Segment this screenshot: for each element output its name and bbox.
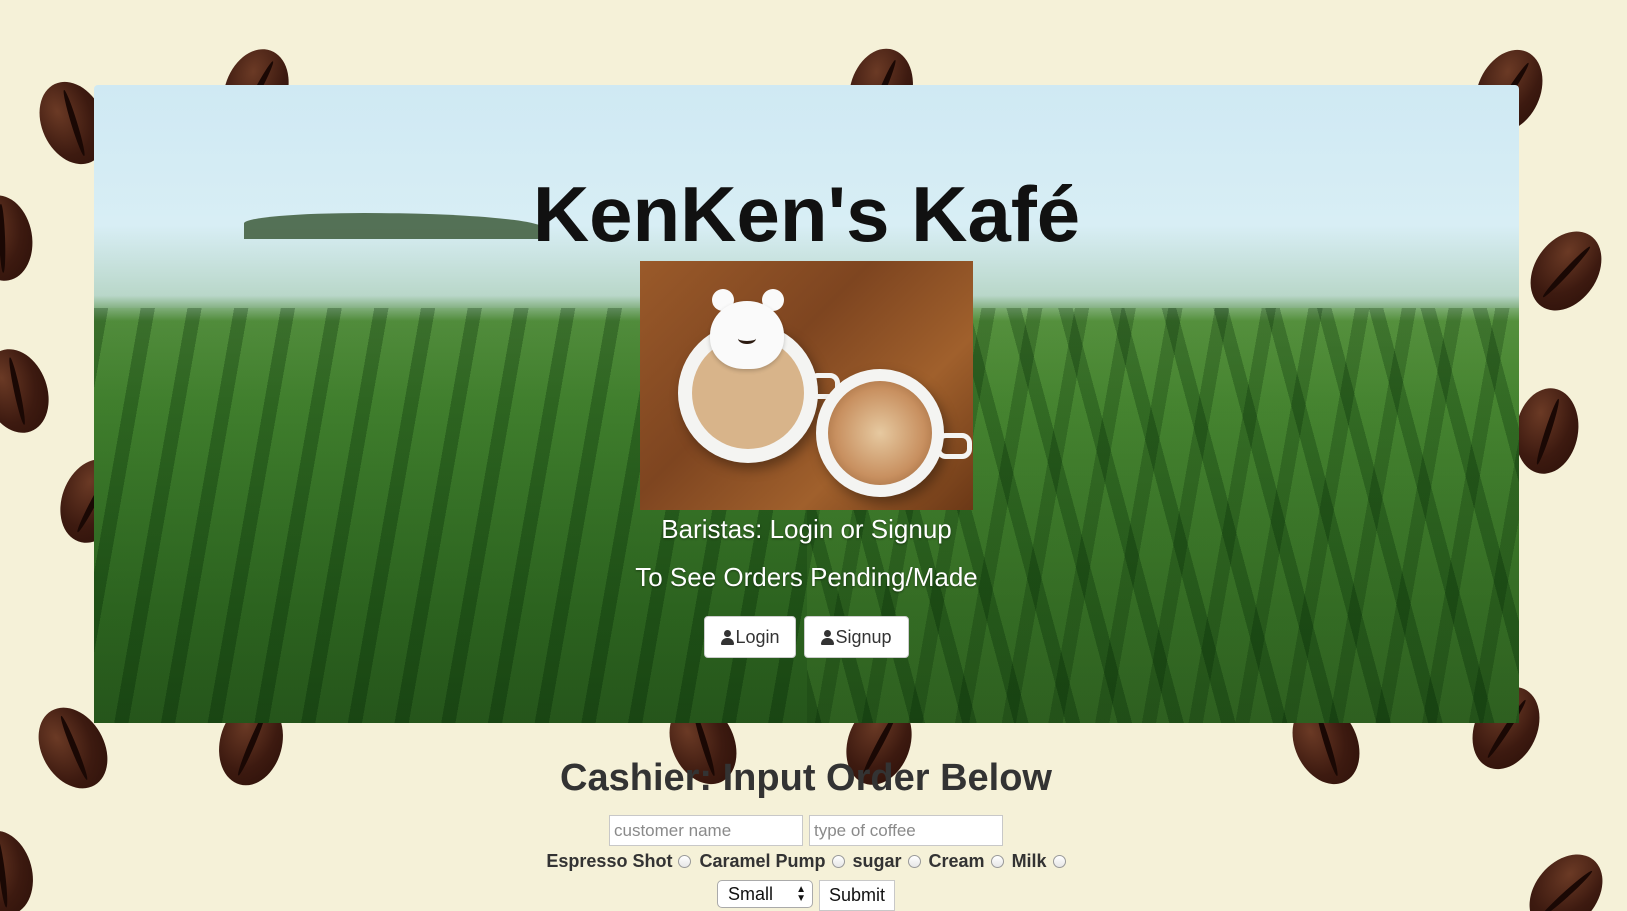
cashier-heading: Cashier: Input Order Below (560, 757, 1052, 799)
coffee-bean-decoration (0, 190, 39, 286)
customer-name-input[interactable] (609, 815, 803, 846)
size-selected-value: Small (727, 884, 773, 904)
bear-smile (738, 333, 756, 344)
site-title: KenKen's Kafé (532, 170, 1081, 258)
coffee-bean-decoration (1509, 383, 1585, 479)
caramel-pump-radio[interactable] (831, 855, 845, 868)
option-cream: Cream (929, 851, 1004, 872)
coffee-type-input[interactable] (809, 815, 1003, 846)
barista-prompt-line1: Baristas: Login or Signup (661, 514, 952, 544)
submit-button[interactable]: Submit (818, 880, 896, 911)
submit-row: Small ▲ ▼ Submit (0, 880, 1612, 911)
user-icon (721, 629, 735, 645)
user-icon (821, 629, 835, 645)
espresso-shot-radio[interactable] (678, 855, 692, 868)
login-label: Login (735, 626, 780, 647)
order-input-row (0, 815, 1612, 846)
option-label: sugar (852, 851, 902, 871)
add-ons-row: Espresso Shot Caramel Pump sugar Cream M… (0, 851, 1612, 872)
auth-button-group: Login Signup (94, 616, 1519, 658)
barista-prompt-line2: To See Orders Pending/Made (635, 562, 978, 592)
latte-art-image (640, 261, 973, 510)
option-sugar: sugar (853, 851, 921, 872)
signup-label: Signup (835, 626, 892, 647)
option-milk: Milk (1012, 851, 1066, 872)
milk-radio[interactable] (1052, 855, 1066, 868)
cream-radio[interactable] (990, 855, 1004, 868)
option-label: Cream (928, 851, 985, 871)
select-arrows-icon: ▲ ▼ (796, 884, 806, 904)
sugar-radio[interactable] (907, 855, 921, 868)
option-espresso-shot: Espresso Shot (546, 851, 692, 872)
coffee-bean-decoration (1515, 217, 1617, 325)
option-label: Espresso Shot (546, 851, 673, 871)
option-caramel-pump: Caramel Pump (699, 851, 845, 872)
cappuccino-cup (816, 369, 944, 497)
cup-handle (936, 433, 972, 459)
signup-button[interactable]: Signup (804, 616, 909, 658)
hero-banner: KenKen's Kafé Baristas: Login or Signup … (94, 85, 1519, 723)
size-select[interactable]: Small ▲ ▼ (716, 880, 813, 908)
option-label: Milk (1011, 851, 1047, 871)
option-label: Caramel Pump (699, 851, 826, 871)
login-button[interactable]: Login (704, 616, 797, 658)
coffee-bean-decoration (0, 339, 60, 443)
page: KenKen's Kafé Baristas: Login or Signup … (0, 0, 1627, 911)
